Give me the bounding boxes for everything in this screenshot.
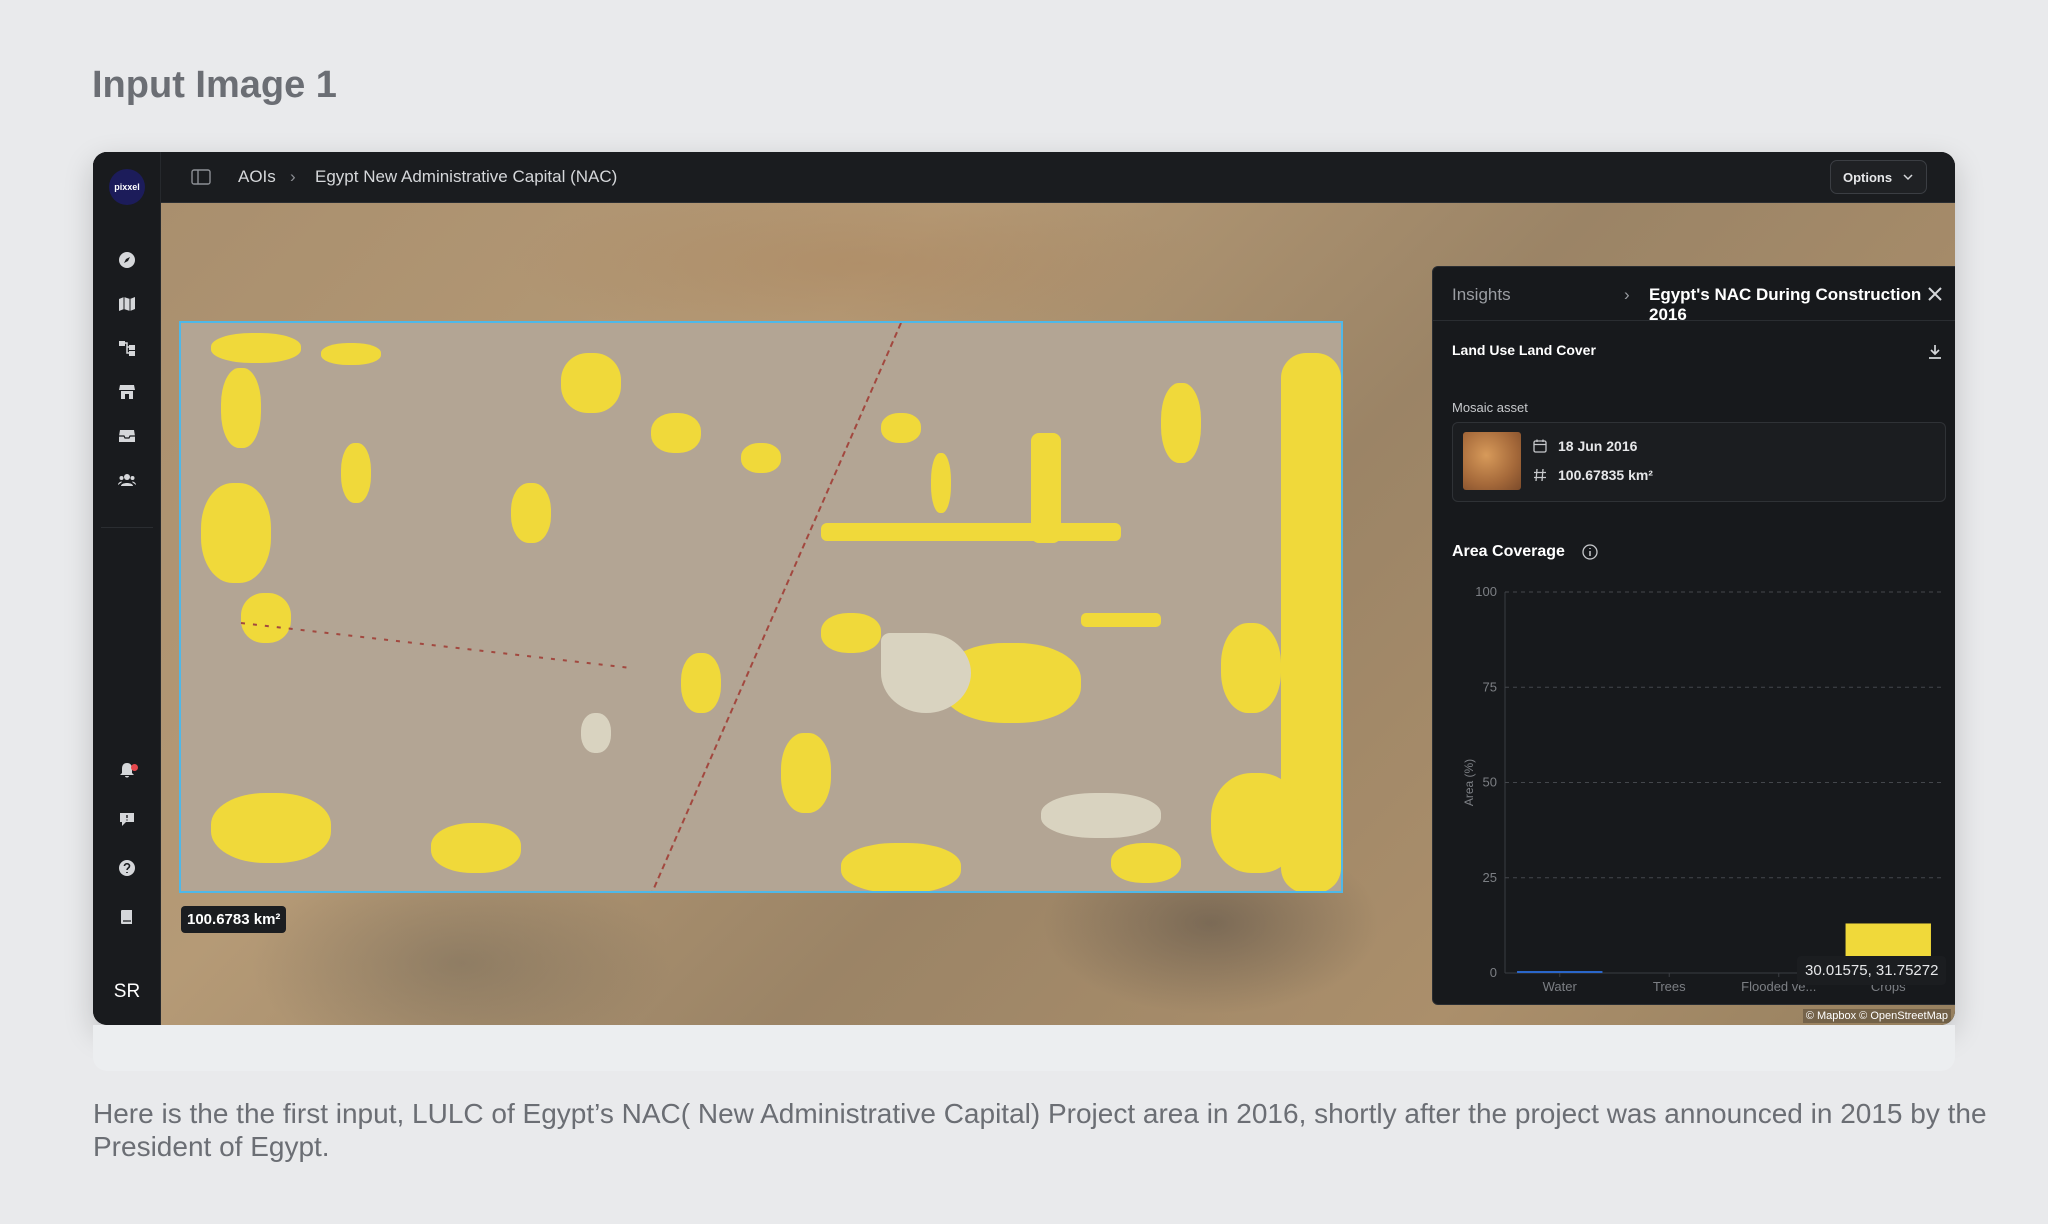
download-icon[interactable] xyxy=(1925,342,1945,362)
panel-header: Insights › Egypt's NAC During Constructi… xyxy=(1433,267,1955,324)
calendar-icon xyxy=(1533,439,1547,453)
y-axis-title: Area (%) xyxy=(1462,759,1476,806)
area-coverage-title: Area Coverage xyxy=(1452,543,1565,560)
mosaic-asset-card[interactable]: 18 Jun 2016 100.67835 km² xyxy=(1452,422,1946,502)
options-label: Options xyxy=(1843,170,1893,185)
close-icon[interactable] xyxy=(1925,284,1945,304)
y-tick-label: 75 xyxy=(1483,679,1497,694)
aoi-area-badge: 100.6783 km² xyxy=(181,906,287,933)
chevron-down-icon xyxy=(1903,174,1913,181)
compass-icon[interactable] xyxy=(117,250,137,270)
cursor-coordinates: 30.01575, 31.75272 xyxy=(1797,956,1947,985)
feedback-icon[interactable] xyxy=(117,809,137,829)
map-view[interactable]: 100.6783 km² Insights › Egypt's NAC Duri… xyxy=(161,203,1955,1025)
breadcrumb-aoi-name: Egypt New Administrative Capital (NAC) xyxy=(315,167,618,186)
map-attribution[interactable]: © Mapbox © OpenStreetMap xyxy=(1802,1009,1951,1023)
top-bar: AOIs › Egypt New Administrative Capital … xyxy=(93,152,1955,203)
chevron-right-icon: › xyxy=(1624,285,1630,304)
team-icon[interactable] xyxy=(117,470,137,490)
hash-icon xyxy=(1534,468,1546,482)
user-avatar[interactable]: SR xyxy=(107,972,147,1012)
notification-dot xyxy=(131,764,138,771)
options-button[interactable]: Options xyxy=(1830,160,1927,194)
image-caption: Here is the the first input, LULC of Egy… xyxy=(93,1098,1987,1162)
insights-breadcrumb-link[interactable]: Insights xyxy=(1452,285,1511,305)
area-coverage-chart: 0255075100Area (%)Water Trees Flooded ve..… xyxy=(1462,584,1943,994)
x-tick-label: Trees xyxy=(1653,979,1686,994)
archive-icon[interactable] xyxy=(117,426,137,446)
docs-icon[interactable] xyxy=(117,907,137,927)
page-heading: Input Image 1 xyxy=(92,64,337,106)
y-tick-label: 50 xyxy=(1483,775,1497,790)
y-tick-label: 0 xyxy=(1490,965,1497,980)
compass-button[interactable]: N xyxy=(1951,1011,1955,1025)
y-tick-label: 25 xyxy=(1483,870,1497,885)
help-icon[interactable] xyxy=(117,858,137,878)
chevron-right-icon: › xyxy=(290,167,296,186)
sidebar-toggle-icon[interactable] xyxy=(190,166,212,188)
mosaic-date: 18 Jun 2016 xyxy=(1558,438,1638,454)
workflow-icon[interactable] xyxy=(117,338,137,358)
mosaic-area: 100.67835 km² xyxy=(1558,467,1653,483)
mosaic-thumbnail xyxy=(1463,432,1521,490)
road-line xyxy=(240,323,902,891)
aoi-lulc-overlay[interactable] xyxy=(179,321,1343,893)
store-icon[interactable] xyxy=(117,382,137,402)
rail-divider xyxy=(101,527,153,528)
insights-panel: Insights › Egypt's NAC During Constructi… xyxy=(1432,266,1955,1005)
bar-water xyxy=(1517,971,1603,973)
y-tick-label: 100 xyxy=(1475,584,1497,599)
left-rail: pixxel SR xyxy=(93,152,161,1025)
x-tick-label: Water xyxy=(1543,979,1578,994)
breadcrumb-aois[interactable]: AOIs xyxy=(238,167,276,187)
info-icon[interactable] xyxy=(1581,543,1599,561)
app-window: 100.6783 km² Insights › Egypt's NAC Duri… xyxy=(93,152,1955,1025)
mosaic-asset-label: Mosaic asset xyxy=(1452,400,1528,415)
insight-title: Egypt's NAC During Construction 2016 xyxy=(1649,285,1922,324)
section-title: Land Use Land Cover xyxy=(1452,342,1596,358)
pixxel-logo[interactable]: pixxel xyxy=(109,169,145,205)
map-icon[interactable] xyxy=(117,294,137,314)
window-footer xyxy=(93,1025,1955,1071)
